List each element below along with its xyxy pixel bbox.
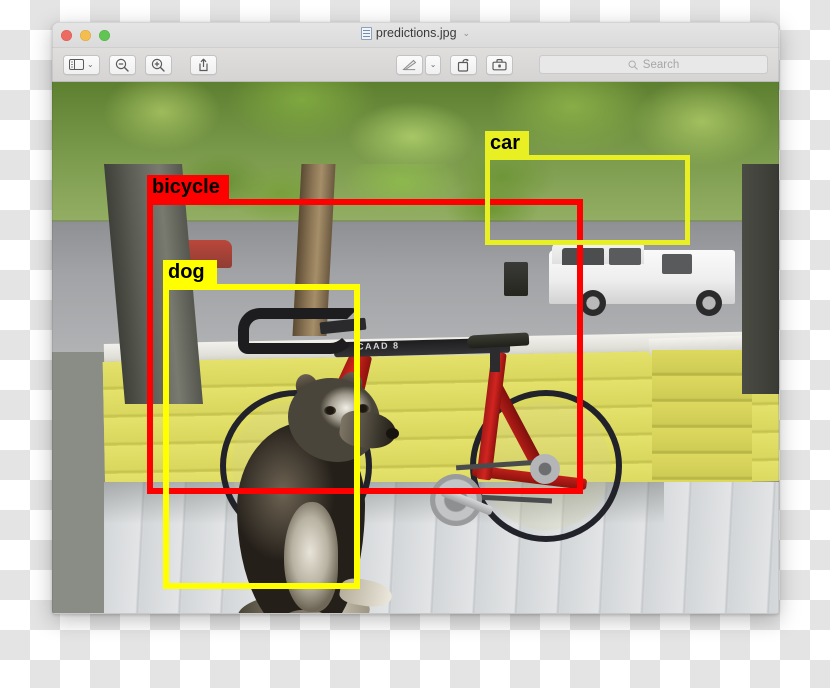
chevron-down-icon[interactable]: ⌄	[87, 60, 94, 69]
detection-box-dog	[163, 284, 360, 589]
image-canvas[interactable]: CAAD 8 bicycle dog car	[52, 82, 779, 613]
close-button[interactable]	[61, 30, 72, 41]
toolbar: ⌄ ⌄ Search	[52, 48, 779, 82]
truck-wheel	[696, 290, 722, 316]
search-icon	[628, 60, 638, 70]
search-placeholder: Search	[642, 58, 680, 71]
chevron-down-icon[interactable]: ⌄	[463, 28, 471, 39]
rotate-icon	[457, 58, 469, 72]
truck-window	[662, 254, 692, 274]
truck-wheel	[580, 290, 606, 316]
rotate-button[interactable]	[450, 54, 478, 75]
minimize-button[interactable]	[80, 30, 91, 41]
truck-window	[609, 248, 641, 265]
sidebar-toggle-button[interactable]: ⌄	[63, 54, 100, 75]
detection-label-dog: dog	[163, 260, 217, 284]
porch-column-right	[742, 164, 779, 394]
share-button[interactable]	[189, 54, 217, 75]
markup-button[interactable]	[395, 54, 423, 75]
window-controls	[61, 30, 110, 41]
zoom-in-button[interactable]	[144, 54, 172, 75]
detection-label-car: car	[485, 131, 529, 155]
sidebar-icon	[69, 59, 84, 70]
toolbox-icon	[492, 59, 508, 71]
toolbox-button[interactable]	[486, 54, 514, 75]
detection-label-bicycle: bicycle	[147, 175, 229, 199]
zoom-out-button[interactable]	[108, 54, 136, 75]
window-title-group: predictions.jpg ⌄	[52, 26, 779, 40]
chevron-down-icon[interactable]: ⌄	[430, 60, 437, 69]
zoom-out-icon	[116, 58, 129, 72]
detection-box-car	[485, 155, 690, 245]
markup-options-button[interactable]: ⌄	[424, 54, 442, 75]
markup-pen-icon	[401, 59, 416, 70]
window-title: predictions.jpg	[375, 26, 457, 40]
maximize-button[interactable]	[99, 30, 110, 41]
share-icon	[199, 58, 208, 71]
document-icon	[360, 26, 372, 40]
preview-window: predictions.jpg ⌄ ⌄ ⌄ Search CAAD 8 bicy…	[52, 22, 779, 614]
zoom-in-icon	[152, 58, 165, 72]
window-titlebar[interactable]: predictions.jpg ⌄	[52, 22, 779, 48]
search-input[interactable]: Search	[539, 55, 768, 74]
